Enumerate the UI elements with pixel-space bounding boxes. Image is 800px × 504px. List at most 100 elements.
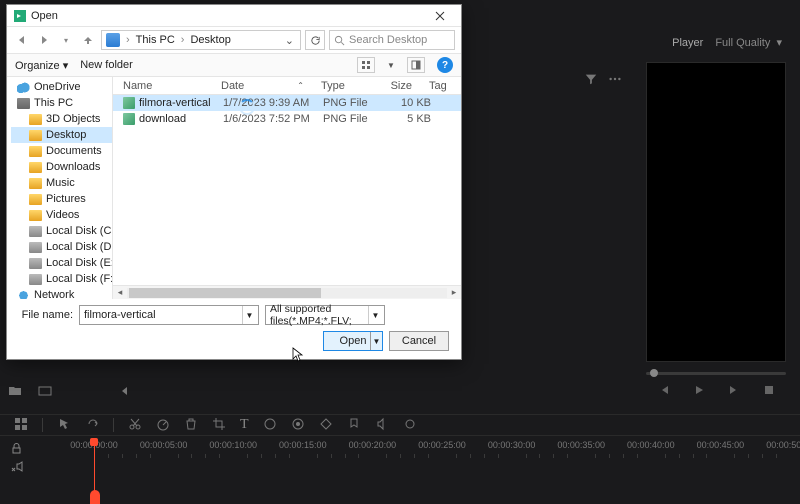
dialog-titlebar[interactable]: Open bbox=[7, 5, 461, 27]
folder-icon bbox=[29, 178, 42, 189]
tree-item[interactable]: Network bbox=[11, 287, 112, 299]
delete-icon[interactable] bbox=[184, 417, 198, 434]
new-folder-button[interactable]: New folder bbox=[80, 59, 133, 71]
audio-tool-icon[interactable] bbox=[375, 417, 389, 434]
dialog-navbar: ▾ › This PC › Desktop ⌄ Search Desktop bbox=[7, 27, 461, 53]
open-split-icon[interactable]: ▼ bbox=[370, 332, 382, 350]
tree-item-label: Music bbox=[46, 177, 75, 189]
filename-drop-icon[interactable]: ▼ bbox=[242, 306, 256, 324]
project-bin-toolbar bbox=[8, 384, 132, 401]
column-tags[interactable]: Tag bbox=[419, 80, 461, 92]
tree-item[interactable]: Downloads bbox=[11, 159, 112, 175]
filter-icon[interactable] bbox=[584, 72, 598, 89]
file-row[interactable]: download1/6/2023 7:52 PMPNG File5 KB bbox=[113, 111, 461, 127]
tree-item[interactable]: Music bbox=[11, 175, 112, 191]
horizontal-scrollbar[interactable]: ◂ ▸ bbox=[113, 285, 461, 299]
loading-spinner-icon bbox=[239, 99, 255, 115]
tree-item[interactable]: Documents bbox=[11, 143, 112, 159]
tree-item[interactable]: Videos bbox=[11, 207, 112, 223]
more-icon[interactable] bbox=[608, 72, 622, 89]
open-button[interactable]: Open▼ bbox=[323, 331, 383, 351]
crop-tool-icon[interactable] bbox=[212, 417, 226, 434]
file-date: 1/6/2023 7:52 PM bbox=[223, 113, 323, 125]
scroll-left-icon[interactable]: ◂ bbox=[113, 287, 127, 298]
pc-icon bbox=[17, 98, 30, 109]
quality-dropdown[interactable]: Full Quality ▾ bbox=[715, 36, 782, 49]
tree-item[interactable]: Local Disk (C:) bbox=[11, 223, 112, 239]
breadcrumb-pc[interactable]: This PC bbox=[134, 34, 177, 46]
filetype-drop-icon[interactable]: ▼ bbox=[368, 306, 382, 324]
grid-icon[interactable] bbox=[14, 417, 28, 434]
cancel-button[interactable]: Cancel bbox=[389, 331, 449, 351]
next-frame-icon[interactable] bbox=[728, 384, 740, 399]
marker-tool-icon[interactable] bbox=[347, 417, 361, 434]
color-tool-icon[interactable] bbox=[263, 417, 277, 434]
playhead-handle[interactable] bbox=[90, 490, 100, 504]
pointer-tool-icon[interactable] bbox=[57, 417, 71, 434]
column-type[interactable]: Type bbox=[311, 80, 371, 92]
column-name[interactable]: Name bbox=[113, 80, 211, 92]
playback-controls bbox=[646, 384, 786, 399]
nav-back-icon[interactable] bbox=[13, 31, 31, 49]
redo-icon[interactable] bbox=[85, 417, 99, 434]
tree-item-label: Downloads bbox=[46, 161, 100, 173]
scroll-right-icon[interactable]: ▸ bbox=[447, 287, 461, 298]
preview-player[interactable] bbox=[646, 62, 786, 362]
organize-menu[interactable]: Organize ▾ bbox=[15, 59, 68, 72]
tree-item[interactable]: 3D Objects bbox=[11, 111, 112, 127]
lock-track-icon[interactable] bbox=[10, 442, 23, 458]
folder-tree[interactable]: OneDrive This PC3D ObjectsDesktopDocument… bbox=[7, 77, 113, 299]
search-input[interactable]: Search Desktop bbox=[329, 30, 455, 50]
file-row[interactable]: filmora-vertical1/7/2023 9:39 AMPNG File… bbox=[113, 95, 461, 111]
tree-item[interactable]: Local Disk (F:) bbox=[11, 271, 112, 287]
cut-tool-icon[interactable] bbox=[128, 417, 142, 434]
tree-item-label: OneDrive bbox=[34, 81, 80, 93]
preview-pane-button[interactable] bbox=[407, 57, 425, 73]
dialog-title: Open bbox=[31, 10, 58, 22]
tree-item[interactable]: Desktop bbox=[11, 127, 112, 143]
speed-tool-icon[interactable] bbox=[156, 417, 170, 434]
file-list-header[interactable]: Name Date⌃ Type Size Tag bbox=[113, 77, 461, 95]
tree-item[interactable]: Local Disk (D:) bbox=[11, 239, 112, 255]
filename-input[interactable]: filmora-vertical▼ bbox=[79, 305, 259, 325]
preview-scrubber[interactable] bbox=[646, 372, 786, 375]
record-tool-icon[interactable] bbox=[403, 417, 417, 434]
tree-item[interactable]: Pictures bbox=[11, 191, 112, 207]
view-mode-drop-icon[interactable]: ▼ bbox=[387, 61, 395, 70]
breadcrumb-bar[interactable]: › This PC › Desktop ⌄ bbox=[101, 30, 301, 50]
stop-icon[interactable] bbox=[763, 384, 775, 399]
new-folder-icon[interactable] bbox=[8, 384, 22, 401]
tree-item[interactable]: Local Disk (E:) bbox=[11, 255, 112, 271]
adjust-tool-icon[interactable] bbox=[291, 417, 305, 434]
collapse-panel-icon[interactable] bbox=[118, 384, 132, 401]
close-button[interactable] bbox=[425, 5, 455, 26]
filename-label: File name: bbox=[17, 309, 73, 321]
text-tool-icon[interactable]: T bbox=[240, 417, 249, 433]
mute-track-icon[interactable] bbox=[10, 460, 23, 476]
column-size[interactable]: Size bbox=[371, 80, 419, 92]
tree-item[interactable]: This PC bbox=[11, 95, 112, 111]
timeline[interactable]: 00:00:00:0000:00:05:0000:00:10:0000:00:1… bbox=[0, 436, 800, 504]
breadcrumb-location[interactable]: Desktop bbox=[188, 34, 232, 46]
sort-asc-icon: ⌃ bbox=[297, 81, 304, 90]
playhead[interactable] bbox=[94, 438, 95, 498]
file-list[interactable]: filmora-vertical1/7/2023 9:39 AMPNG File… bbox=[113, 95, 461, 285]
refresh-button[interactable] bbox=[305, 30, 325, 50]
nav-forward-icon[interactable] bbox=[35, 31, 53, 49]
app-icon bbox=[13, 9, 27, 23]
play-icon[interactable] bbox=[693, 384, 705, 399]
keyframe-tool-icon[interactable] bbox=[319, 417, 333, 434]
tree-item[interactable]: OneDrive bbox=[11, 79, 112, 95]
timeline-ruler[interactable]: 00:00:00:0000:00:05:0000:00:10:0000:00:1… bbox=[94, 440, 790, 460]
nav-recent-icon[interactable]: ▾ bbox=[57, 31, 75, 49]
column-date[interactable]: Date⌃ bbox=[211, 80, 311, 92]
help-button[interactable]: ? bbox=[437, 57, 453, 73]
dialog-footer: File name: filmora-vertical▼ All support… bbox=[7, 299, 461, 359]
ruler-tick: 00:00:25:00 bbox=[418, 440, 466, 450]
import-icon[interactable] bbox=[38, 384, 52, 401]
prev-frame-icon[interactable] bbox=[658, 384, 670, 399]
view-mode-button[interactable] bbox=[357, 57, 375, 73]
nav-up-icon[interactable] bbox=[79, 31, 97, 49]
filetype-dropdown[interactable]: All supported files(*.MP4;*.FLV;▼ bbox=[265, 305, 385, 325]
breadcrumb-drop-icon[interactable]: ⌄ bbox=[283, 34, 296, 47]
